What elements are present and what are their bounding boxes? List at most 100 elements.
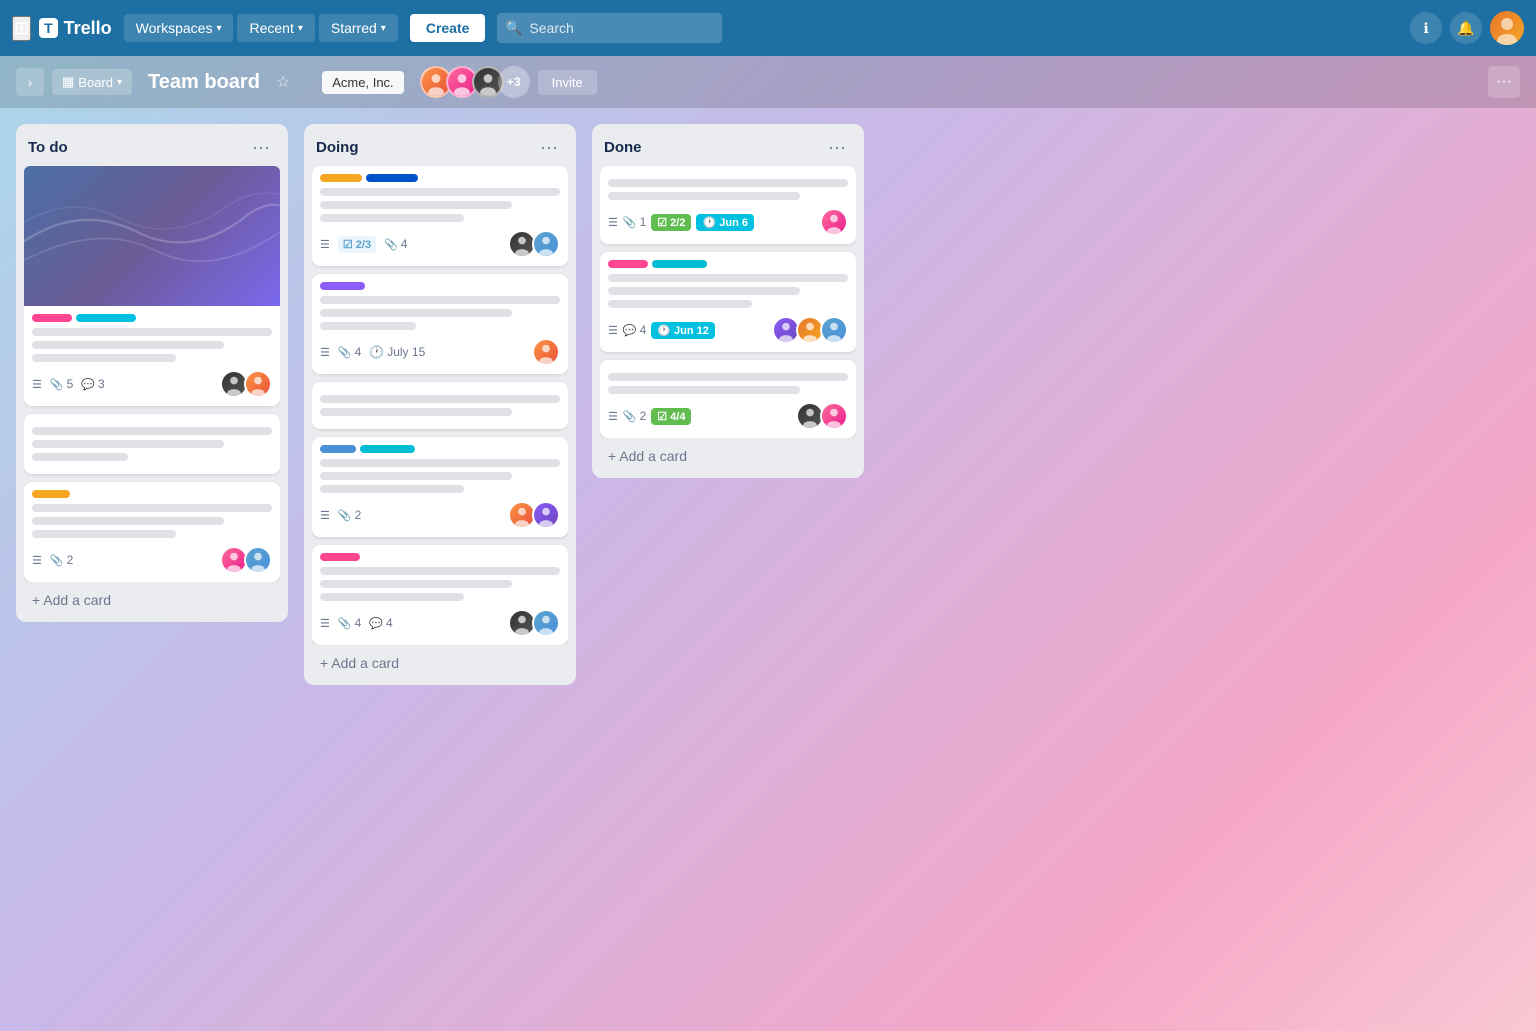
card[interactable] [24, 414, 280, 474]
tag-cyan2 [360, 445, 415, 453]
card[interactable]: ☰ 📎 2 ☑ 4/4 [600, 360, 856, 438]
board-header: › ▦ Board ▾ Team board ☆ Acme, Inc. +3 [0, 56, 1536, 108]
meta-avatars [508, 230, 560, 258]
card-tags [320, 282, 560, 290]
search-wrapper: 🔍 [497, 13, 817, 43]
meta-desc: ☰ [320, 617, 330, 630]
attach-icon: 📎 [50, 554, 64, 567]
cards-list-doing: ☰ ☑ 2/3 📎 4 [312, 166, 568, 645]
card[interactable]: ☰ 📎 2 [312, 437, 568, 537]
column-menu-doing[interactable]: ··· [534, 136, 564, 158]
add-card-button-todo[interactable]: + Add a card [24, 586, 280, 614]
card[interactable]: ☰ 📎 2 [24, 482, 280, 582]
meta-comments: 💬 4 [623, 323, 646, 337]
checklist-badge: ☑ 2/2 [651, 214, 691, 231]
due-badge: 🕐 Jun 6 [696, 214, 753, 231]
card[interactable]: ☰ 📎 1 ☑ 2/2 🕐 Jun 6 [600, 166, 856, 244]
notifications-button[interactable]: 🔔 [1450, 12, 1482, 44]
grid-icon[interactable]: ⊞ [12, 16, 31, 41]
meta-comments: 💬 3 [81, 377, 104, 391]
sidebar-toggle-button[interactable]: › [16, 68, 44, 96]
meta-comments: 💬 4 [369, 616, 392, 630]
meta-avatars [220, 546, 272, 574]
attach-icon: 📎 [338, 509, 352, 522]
meta-desc: ☰ [608, 324, 618, 337]
card-member-avatar [820, 402, 848, 430]
meta-checklist: ☑ 2/3 [338, 236, 376, 253]
logo-mark: T [39, 18, 58, 38]
logo[interactable]: T Trello [39, 18, 112, 39]
card-meta: ☰ 📎 1 ☑ 2/2 🕐 Jun 6 [608, 208, 848, 236]
card-tags [320, 445, 560, 453]
meta-attachments: 📎 2 [623, 409, 646, 423]
card-member-avatar [244, 370, 272, 398]
tag-yellow [320, 174, 362, 182]
meta-avatars [220, 370, 272, 398]
card[interactable]: ☰ 📎 4 💬 4 [312, 545, 568, 645]
tag-pink [608, 260, 648, 268]
starred-button[interactable]: Starred ▾ [319, 14, 398, 42]
board-view-button[interactable]: ▦ Board ▾ [52, 69, 132, 95]
card-text [32, 517, 224, 525]
add-card-button-doing[interactable]: + Add a card [312, 649, 568, 677]
more-members-button[interactable]: +3 [498, 66, 530, 98]
card-member-avatar [244, 546, 272, 574]
search-input[interactable] [497, 13, 722, 43]
meta-desc: ☰ [608, 216, 618, 229]
invite-button[interactable]: Invite [538, 70, 597, 95]
card-meta: ☰ 📎 4 💬 4 [320, 609, 560, 637]
card-text [608, 373, 848, 381]
workspace-badge[interactable]: Acme, Inc. [322, 71, 403, 94]
meta-desc: ☰ [32, 554, 42, 567]
meta-due: 🕐 July 15 [369, 345, 425, 359]
card-text [608, 386, 800, 394]
tag-pink [320, 553, 360, 561]
column-title-done: Done [604, 139, 642, 156]
meta-desc: ☰ [608, 410, 618, 423]
column-header-doing: Doing ··· [312, 132, 568, 166]
tag-yellow [32, 490, 70, 498]
user-avatar[interactable] [1490, 11, 1524, 45]
add-card-button-done[interactable]: + Add a card [600, 442, 856, 470]
desc-icon: ☰ [32, 554, 42, 567]
tag-teal [652, 260, 707, 268]
meta-avatars [796, 402, 848, 430]
desc-icon: ☰ [320, 509, 330, 522]
cards-list-todo: ☰ 📎 5 💬 3 [24, 166, 280, 582]
card-text [320, 188, 560, 196]
column-menu-done[interactable]: ··· [822, 136, 852, 158]
card-member-avatar [532, 501, 560, 529]
card[interactable]: ☰ 📎 5 💬 3 [24, 166, 280, 406]
desc-icon: ☰ [608, 216, 618, 229]
meta-desc: ☰ [320, 509, 330, 522]
desc-icon: ☰ [320, 238, 330, 251]
column-menu-todo[interactable]: ··· [246, 136, 276, 158]
card-text [32, 354, 176, 362]
star-button[interactable]: ☆ [276, 72, 290, 92]
card-meta: ☰ 📎 4 🕐 July 15 [320, 338, 560, 366]
card-text [320, 395, 560, 403]
member-avatars: +3 [420, 66, 530, 98]
column-doing: Doing ··· ☰ ☑ 2/3 📎 4 [304, 124, 576, 685]
card-text [32, 328, 272, 336]
recent-button[interactable]: Recent ▾ [237, 14, 314, 42]
meta-avatars [772, 316, 848, 344]
info-button[interactable]: ℹ [1410, 12, 1442, 44]
column-title-todo: To do [28, 139, 68, 156]
card-meta: ☰ ☑ 2/3 📎 4 [320, 230, 560, 258]
create-button[interactable]: Create [410, 14, 486, 42]
meta-avatars [508, 501, 560, 529]
card[interactable] [312, 382, 568, 429]
column-header-todo: To do ··· [24, 132, 280, 166]
workspaces-button[interactable]: Workspaces ▾ [124, 14, 234, 42]
card[interactable]: ☰ 📎 4 🕐 July 15 [312, 274, 568, 374]
card-text [320, 593, 464, 601]
card-text [32, 530, 176, 538]
meta-desc: ☰ [320, 346, 330, 359]
card[interactable]: ☰ ☑ 2/3 📎 4 [312, 166, 568, 266]
attach-icon: 📎 [623, 410, 637, 423]
nav-right: ℹ 🔔 [1410, 11, 1524, 45]
more-options-button[interactable]: ··· [1488, 66, 1520, 98]
card-member-avatar [532, 230, 560, 258]
card[interactable]: ☰ 💬 4 🕐 Jun 12 [600, 252, 856, 352]
